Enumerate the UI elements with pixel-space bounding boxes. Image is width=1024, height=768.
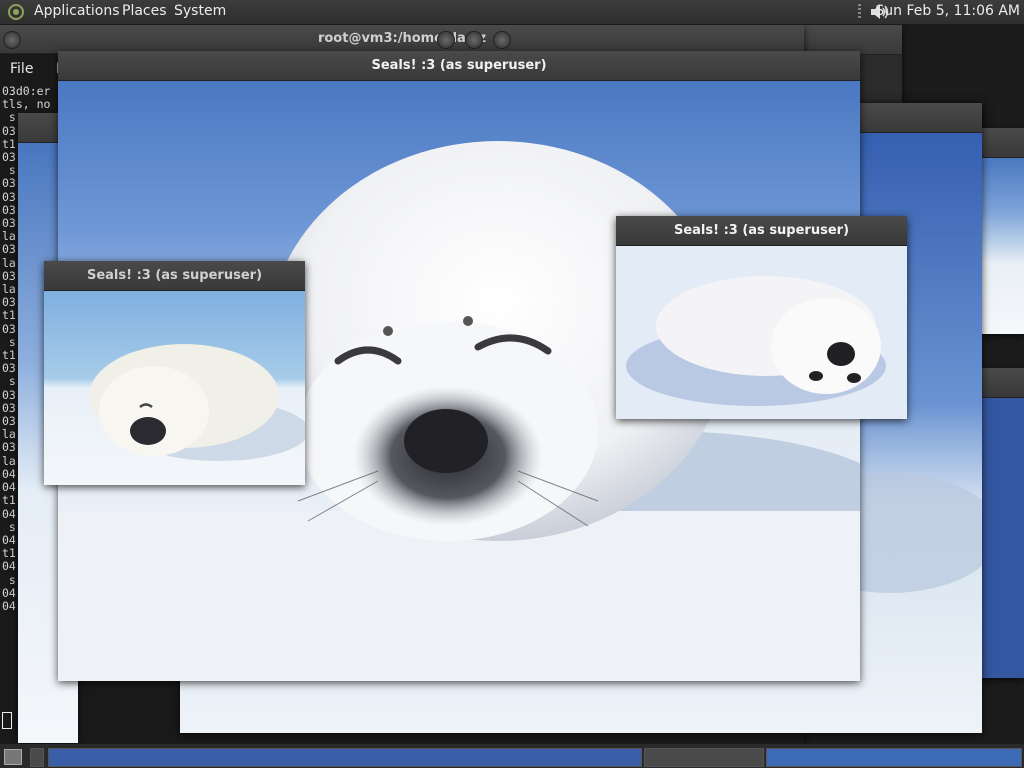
bottom-panel (0, 744, 1024, 768)
terminal-title-buttons (432, 31, 512, 53)
left-seal-title: Seals! :3 (as superuser) (86, 268, 263, 283)
left-seal-window[interactable]: Seals! :3 (as superuser) (44, 261, 305, 485)
main-seal-title: Seals! :3 (as superuser) (371, 58, 547, 73)
terminal-titlebar[interactable]: root@vm3:/home/dartz (0, 25, 804, 54)
background-window-3[interactable] (980, 128, 1024, 334)
seal-lying-image (44, 291, 305, 485)
terminal-window-menu-button[interactable] (3, 31, 21, 53)
background-window-titlebar[interactable] (980, 128, 1024, 158)
right-seal-window[interactable]: Seals! :3 (as superuser) (616, 216, 907, 419)
background-window-titlebar[interactable] (980, 368, 1024, 398)
main-seal-titlebar[interactable]: Seals! :3 (as superuser) (58, 51, 860, 81)
terminal-menubar: File E (10, 61, 65, 77)
minimize-button[interactable] (437, 31, 455, 49)
right-seal-titlebar[interactable]: Seals! :3 (as superuser) (616, 216, 907, 246)
seal-curled-image (616, 246, 907, 419)
system-menu[interactable]: System (174, 3, 226, 19)
clock[interactable]: Sun Feb 5, 11:06 AM (875, 3, 1020, 19)
close-button[interactable] (493, 31, 512, 49)
right-seal-title: Seals! :3 (as superuser) (673, 223, 850, 238)
taskbar-button[interactable] (30, 748, 44, 767)
top-panel: Applications Places System Sun Feb 5, 11… (0, 0, 1024, 25)
taskbar-button[interactable] (766, 748, 1022, 767)
places-menu[interactable]: Places (122, 3, 167, 19)
left-seal-titlebar[interactable]: Seals! :3 (as superuser) (44, 261, 305, 291)
background-window-4[interactable] (980, 368, 1024, 678)
right-seal-image (616, 246, 907, 419)
taskbar-button[interactable] (644, 748, 764, 767)
terminal-cursor (2, 712, 12, 729)
applications-menu[interactable]: Applications (34, 3, 120, 19)
taskbar-button[interactable] (48, 748, 642, 767)
file-menu[interactable]: File (10, 61, 33, 77)
panel-grip (858, 4, 861, 20)
background-window-content (980, 158, 1024, 334)
left-seal-image (44, 291, 305, 485)
maximize-button[interactable] (465, 31, 484, 49)
distro-logo-icon[interactable] (7, 3, 25, 21)
show-desktop-icon[interactable] (4, 749, 22, 765)
